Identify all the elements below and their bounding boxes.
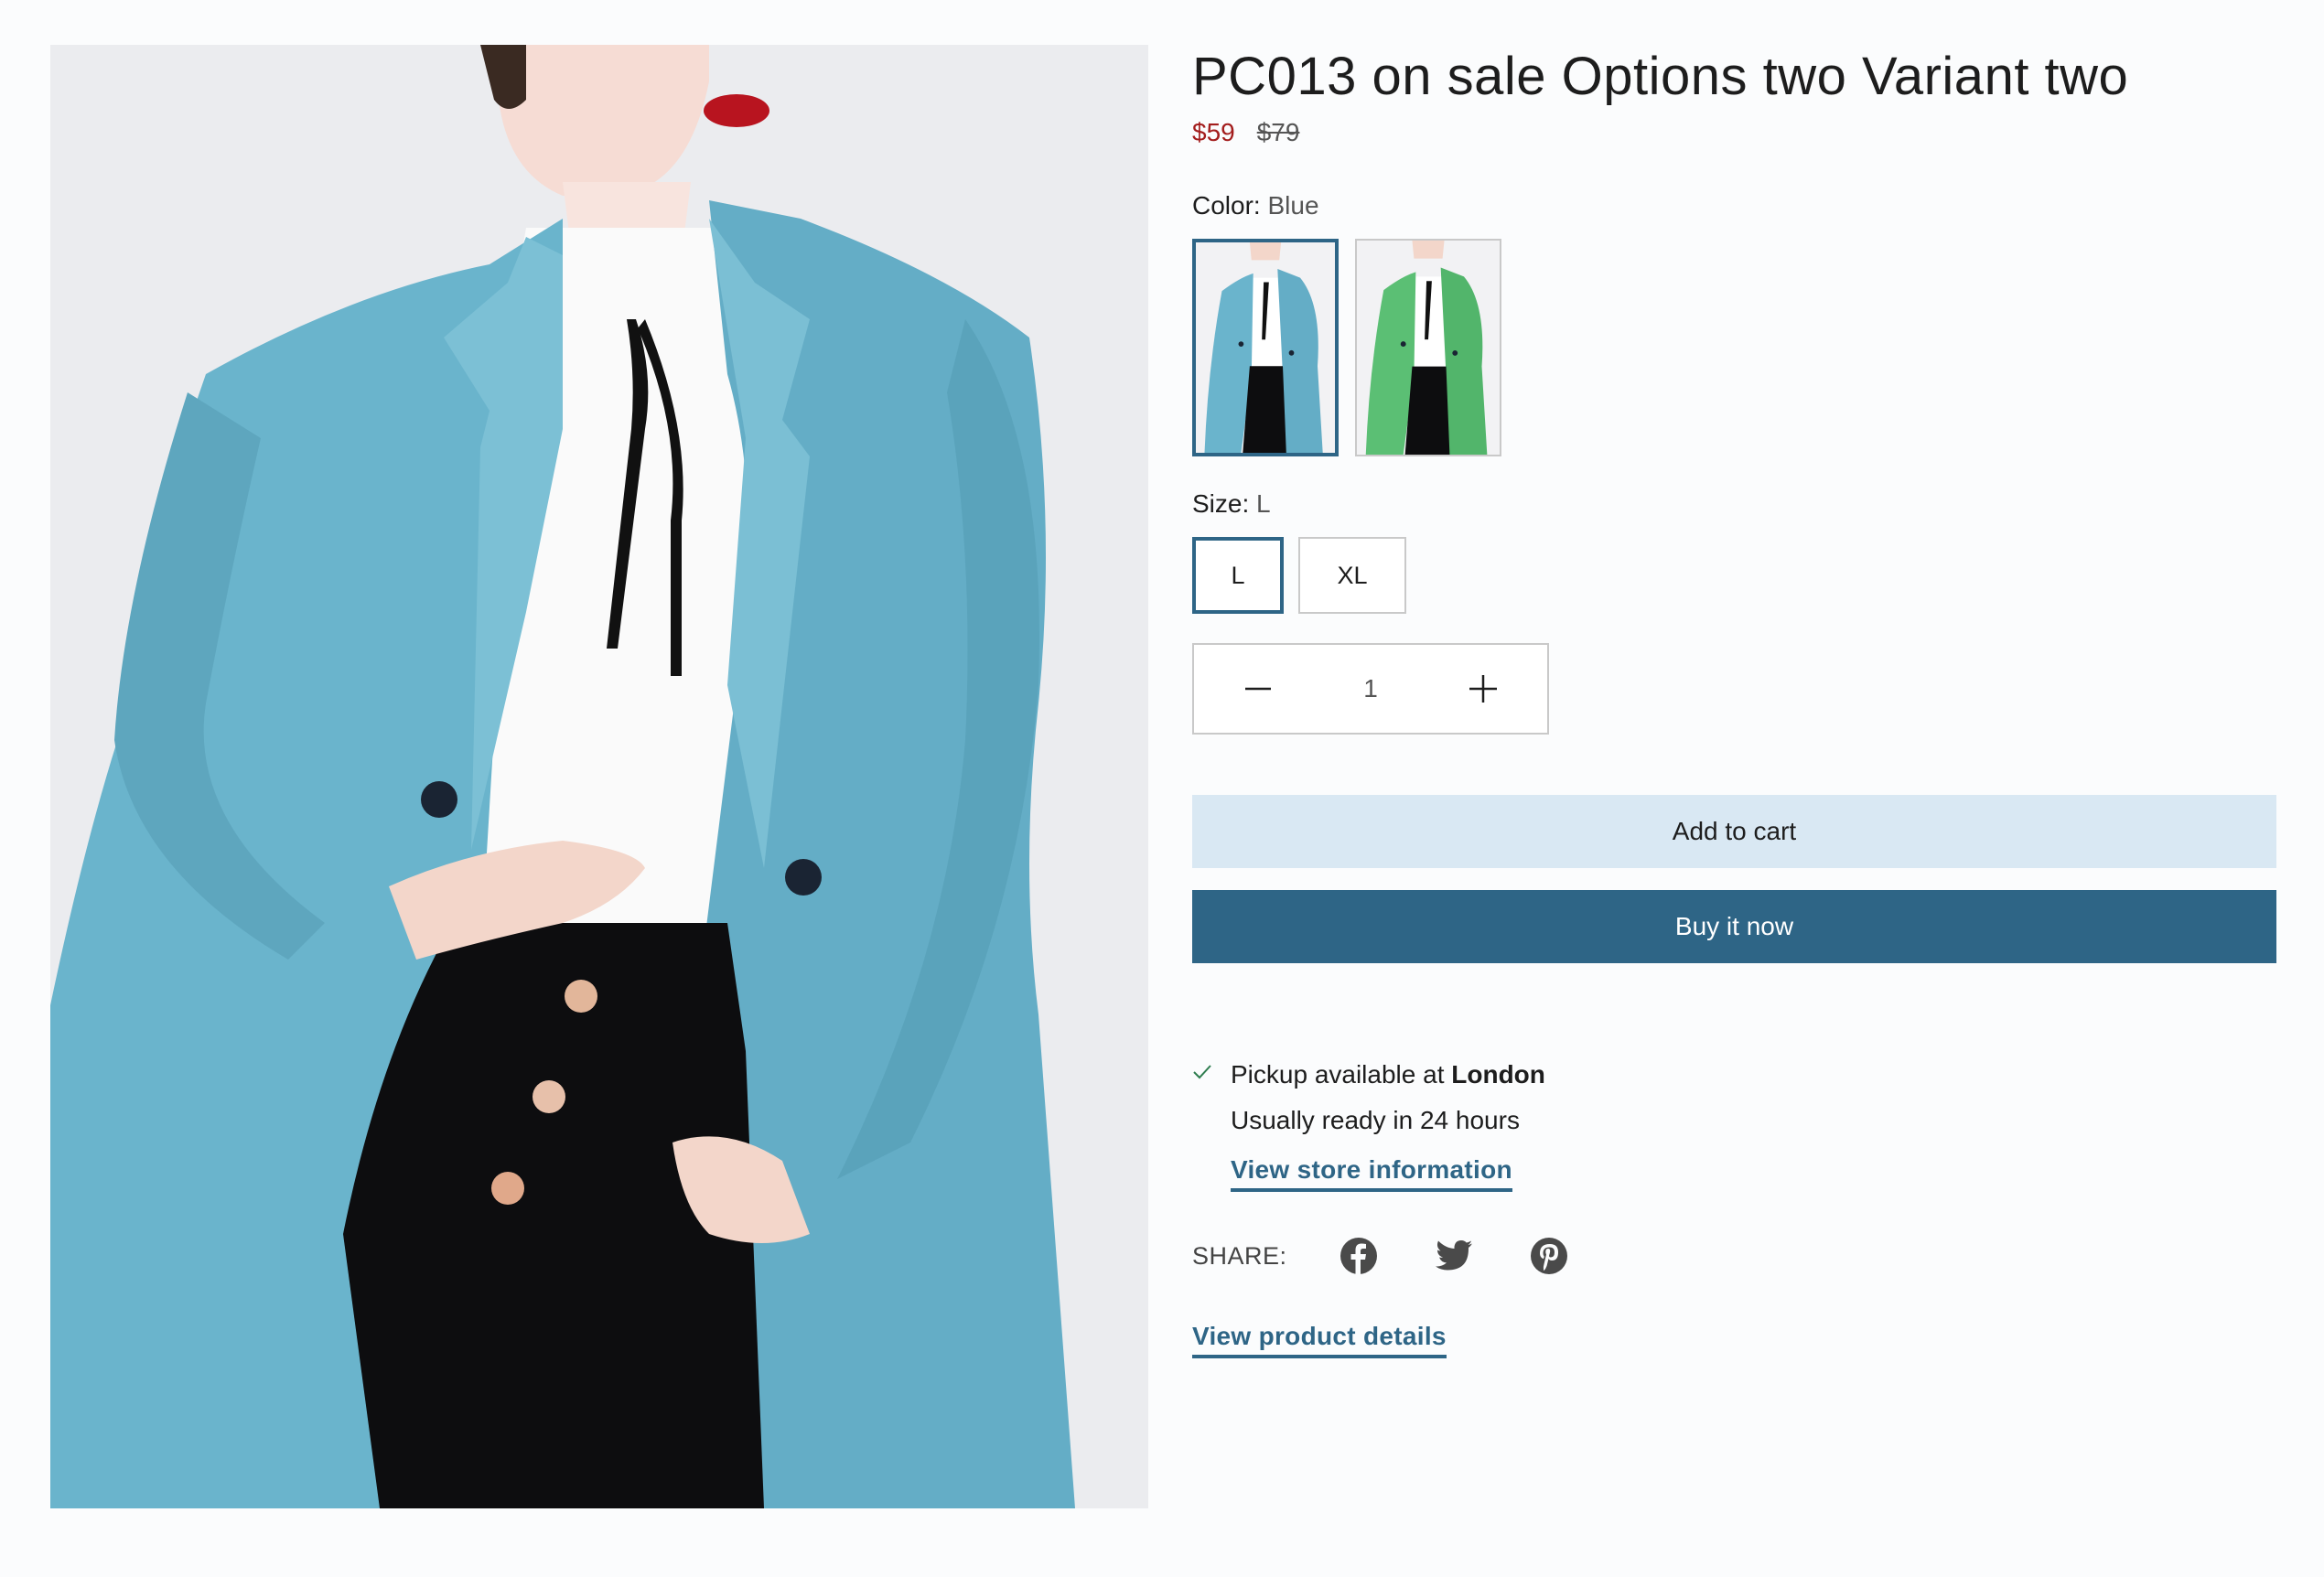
color-option-label: Color: Blue (1192, 191, 2276, 220)
buy-now-button[interactable]: Buy it now (1192, 890, 2276, 963)
product-info: PC013 on sale Options two Variant two $5… (1192, 45, 2276, 1358)
color-selected-value: Blue (1267, 191, 1319, 220)
quantity-input[interactable]: 1 (1334, 674, 1407, 703)
color-swatch-green[interactable] (1355, 239, 1501, 456)
price-row: $59 $79 (1192, 118, 2276, 147)
swatch-image-blue (1196, 242, 1335, 453)
size-selected-value: L (1256, 489, 1271, 518)
view-product-details-link[interactable]: View product details (1192, 1322, 1447, 1358)
add-to-cart-button[interactable]: Add to cart (1192, 795, 2276, 868)
size-label: Size: (1192, 489, 1250, 518)
facebook-icon[interactable] (1339, 1236, 1379, 1276)
view-store-information-link[interactable]: View store information (1231, 1155, 1512, 1192)
check-icon (1192, 1057, 1214, 1192)
size-options: L XL (1192, 537, 2276, 614)
product-photo (50, 45, 1148, 1508)
size-button-l[interactable]: L (1192, 537, 1284, 614)
pickup-location: London (1451, 1060, 1545, 1089)
pinterest-icon[interactable] (1529, 1236, 1569, 1276)
increase-quantity-button[interactable] (1456, 661, 1511, 716)
plus-icon (1469, 675, 1497, 703)
minus-icon (1245, 687, 1271, 691)
sale-price: $59 (1192, 118, 1235, 146)
color-label: Color: (1192, 191, 1261, 220)
product-title: PC013 on sale Options two Variant two (1192, 47, 2129, 106)
pickup-prefix: Pickup available at (1231, 1060, 1445, 1089)
share-label: SHARE: (1192, 1241, 1287, 1270)
share-row: SHARE: (1192, 1236, 2276, 1276)
pickup-text: Pickup available at London Usually ready… (1231, 1057, 1545, 1192)
swatch-image-green (1357, 241, 1500, 455)
compare-price: $79 (1256, 118, 1300, 146)
quantity-stepper: 1 (1192, 643, 1549, 735)
color-swatches (1192, 239, 2276, 456)
pickup-ready-time: Usually ready in 24 hours (1231, 1106, 1520, 1134)
pickup-location-line: Pickup available at London (1231, 1057, 1545, 1093)
size-option-label: Size: L (1192, 489, 2276, 519)
size-button-xl[interactable]: XL (1298, 537, 1406, 614)
twitter-icon[interactable] (1434, 1236, 1474, 1276)
pickup-availability: Pickup available at London Usually ready… (1192, 1057, 2276, 1192)
decrease-quantity-button[interactable] (1231, 661, 1286, 716)
color-swatch-blue[interactable] (1192, 239, 1339, 456)
product-main-image[interactable] (50, 45, 1148, 1508)
